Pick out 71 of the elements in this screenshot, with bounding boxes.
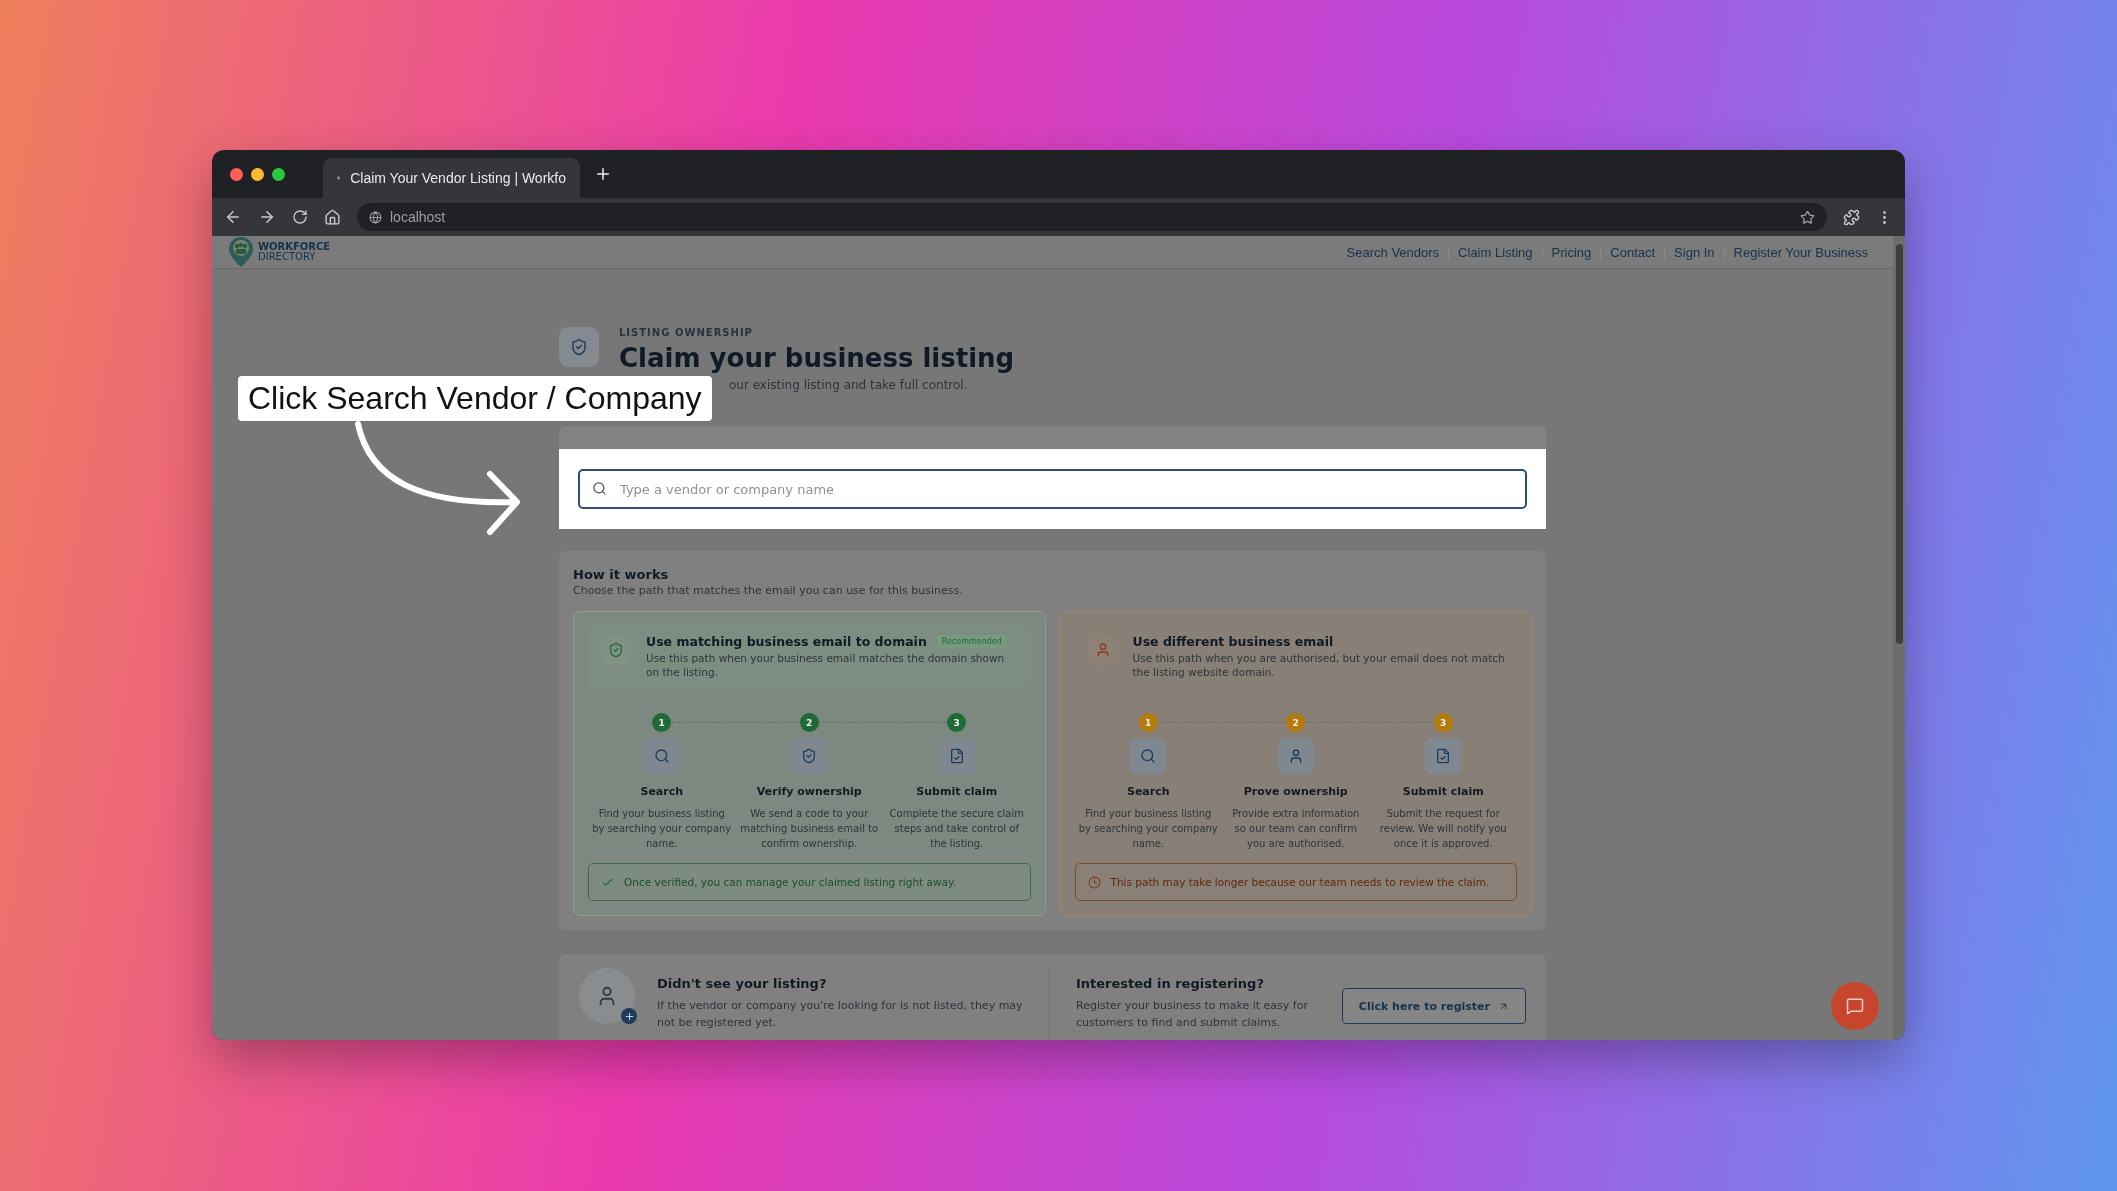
step-description: Submit the request for review. We will notify you once it is approved. xyxy=(1378,807,1508,851)
step-title: Verify ownership xyxy=(756,785,862,798)
info-text: Register your business to make it easy for customers to find and submit claims. xyxy=(1076,998,1309,1031)
step-number: 2 xyxy=(1286,713,1306,732)
minimize-icon[interactable] xyxy=(251,167,264,181)
reload-icon[interactable] xyxy=(292,209,308,225)
nav-link[interactable]: Search Vendors xyxy=(1337,244,1449,260)
extensions-icon[interactable] xyxy=(1843,208,1860,226)
nav-link[interactable]: Register Your Business xyxy=(1723,244,1877,260)
page-subtitle: our existing listing and take full control. xyxy=(729,378,969,392)
chat-button[interactable] xyxy=(1831,982,1879,1030)
step-description: Find your business listing by searching your company name. xyxy=(592,807,732,851)
step-title: Search xyxy=(640,785,684,798)
step-number: 1 xyxy=(652,713,672,732)
maximize-icon[interactable] xyxy=(272,167,285,181)
section-subtitle: Choose the path that matches the email you can use for this business. xyxy=(573,584,964,597)
shield-check-icon xyxy=(559,327,599,367)
nav-link[interactable]: Claim Listing xyxy=(1448,244,1542,260)
info-title: Didn't see your listing? xyxy=(657,976,828,991)
shield-check-icon xyxy=(608,642,624,658)
search-icon xyxy=(592,481,607,496)
info-note: Once verified, you can manage your claimed listing right away. xyxy=(588,863,1031,901)
search-field[interactable]: Type a vendor or company name xyxy=(578,469,1527,509)
info-title: Interested in registering? xyxy=(1076,976,1265,991)
recommended-badge: Recommended xyxy=(936,635,1007,648)
path-title: Use matching business email to domain xyxy=(646,634,927,649)
step-description: Find your business listing by searching your company name. xyxy=(1078,807,1218,851)
nav-link[interactable]: Contact xyxy=(1600,244,1665,260)
page-title: Claim your business listing xyxy=(619,342,1015,374)
step-title: Submit claim xyxy=(1402,785,1484,798)
document-check-icon xyxy=(948,748,965,764)
close-icon[interactable] xyxy=(230,167,243,181)
step-number: 1 xyxy=(1138,713,1158,732)
scrollbar[interactable] xyxy=(1893,236,1905,1040)
step-number: 3 xyxy=(947,713,967,732)
register-button[interactable]: Click here to register xyxy=(1341,988,1526,1024)
section-title: How it works xyxy=(573,567,670,582)
step-number: 2 xyxy=(799,713,819,732)
step-number: 3 xyxy=(1433,713,1453,732)
logo-text: DIRECTORY xyxy=(258,252,317,262)
search-icon xyxy=(653,748,670,764)
info-text: If the vendor or company you're looking for is not listed, they may not be registered yet. xyxy=(657,998,1024,1031)
document-check-icon xyxy=(1435,748,1452,764)
path-title: Use different business email xyxy=(1132,634,1334,649)
back-icon[interactable] xyxy=(224,208,242,226)
forward-icon[interactable] xyxy=(258,208,276,226)
logo-text: WORKFORCE xyxy=(258,242,331,252)
logo-icon xyxy=(228,236,254,268)
step-title: Search xyxy=(1126,785,1170,798)
nav-link[interactable]: Pricing xyxy=(1541,244,1601,260)
home-icon[interactable] xyxy=(324,208,341,226)
step-description: Provide extra information so our team can confirm you are authorised. xyxy=(1231,807,1361,851)
star-icon[interactable] xyxy=(1800,209,1815,225)
step-title: Submit claim xyxy=(916,785,998,798)
clock-icon xyxy=(1087,875,1101,889)
callout-label: Click Search Vendor / Company xyxy=(238,376,712,421)
nav-link[interactable]: Sign In xyxy=(1664,244,1724,260)
browser-tab[interactable]: Claim Your Vendor Listing | Workfo xyxy=(323,158,580,198)
step-description: Complete the secure claim steps and take control of the listing. xyxy=(888,807,1025,851)
step-description: We send a code to your matching business email to confirm ownership. xyxy=(739,807,879,851)
info-note: This path may take longer because our team needs to review the claim. xyxy=(1074,863,1517,901)
new-tab-icon[interactable] xyxy=(594,165,612,183)
address-bar[interactable]: localhost xyxy=(357,203,1827,231)
eyebrow-label: LISTING OWNERSHIP xyxy=(619,327,754,338)
path-description: Use this path when your business email matches the domain shown on the listing. xyxy=(646,651,1006,679)
search-icon xyxy=(1140,748,1157,764)
chat-icon xyxy=(1846,997,1864,1015)
step-title: Prove ownership xyxy=(1243,785,1348,798)
shield-check-icon xyxy=(801,748,818,764)
person-add-icon xyxy=(579,968,635,1024)
path-description: Use this path when you are authorised, but your email does not match the listing website domain. xyxy=(1132,651,1505,679)
